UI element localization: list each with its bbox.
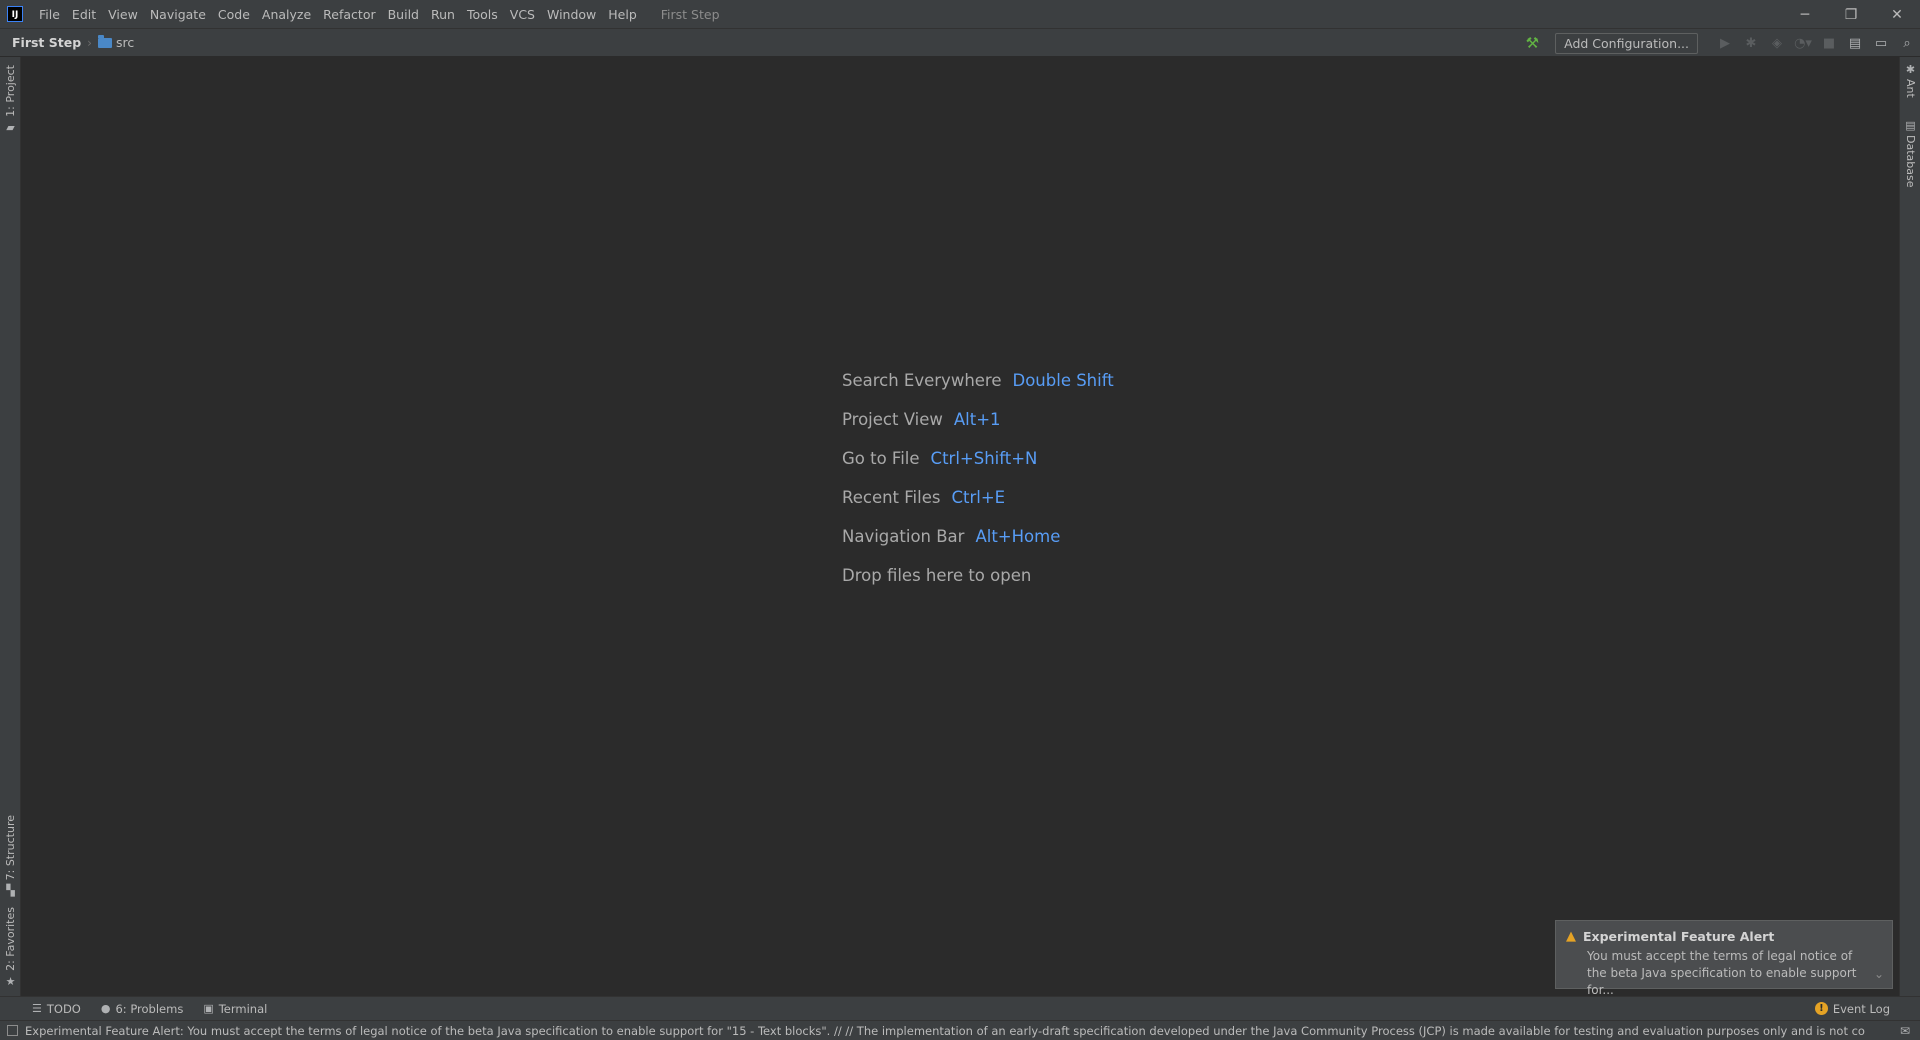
tab-ant-label: Ant [1904, 79, 1917, 98]
project-folder-icon: ▰ [6, 120, 15, 134]
main-menu: File Edit View Navigate Code Analyze Ref… [33, 0, 643, 29]
hint-shortcut: Ctrl+E [951, 488, 1006, 507]
status-icon[interactable] [7, 1025, 18, 1036]
star-icon: ★ [5, 974, 16, 988]
editor-empty-state: Search Everywhere Double Shift Project V… [842, 371, 1114, 605]
folder-icon [97, 34, 112, 48]
notifications-icon[interactable]: ✉ [1900, 1024, 1910, 1038]
problems-icon: ● [100, 1002, 111, 1015]
debug-icon[interactable]: ✱ [1738, 36, 1764, 51]
experimental-feature-notification[interactable]: ▲ Experimental Feature Alert You must ac… [1555, 920, 1893, 997]
menu-window[interactable]: Window [541, 0, 602, 29]
right-tool-stripe: ✱ Ant ▤ Database [1899, 57, 1920, 996]
run-icon[interactable]: ▶ [1712, 36, 1738, 51]
stop-icon[interactable]: ■ [1816, 36, 1842, 51]
tab-ant[interactable]: ✱ Ant [1900, 63, 1920, 98]
title-bar: IJ File Edit View Navigate Code Analyze … [0, 0, 1920, 29]
tab-database-label: Database [1904, 135, 1917, 188]
toolbar: ⚒ Add Configuration... ▶ ✱ ◈ ◔▾ ■ ▤ ▭ ⌕ [1526, 29, 1920, 57]
tab-event-log-label: Event Log [1832, 1001, 1890, 1016]
layout-icon[interactable]: ▭ [1868, 36, 1894, 51]
todo-icon: ☰ [32, 1002, 42, 1015]
coverage-icon[interactable]: ◈ [1764, 36, 1790, 51]
ant-icon: ✱ [1905, 63, 1916, 76]
hint-go-to-file: Go to File Ctrl+Shift+N [842, 449, 1114, 488]
hint-search-everywhere: Search Everywhere Double Shift [842, 371, 1114, 410]
bottom-tool-bar: ☰ TODO ● 6: Problems ▣ Terminal ! Event … [0, 996, 1920, 1020]
menu-tools[interactable]: Tools [461, 0, 504, 29]
app-logo-icon[interactable]: IJ [7, 6, 23, 22]
window-title: First Step [660, 6, 720, 22]
menu-file[interactable]: File [33, 0, 66, 29]
window-controls: ─ ❐ ✕ [1782, 0, 1920, 29]
hint-drop-files: Drop files here to open [842, 566, 1114, 605]
hint-shortcut: Double Shift [1012, 371, 1114, 390]
close-button[interactable]: ✕ [1874, 0, 1920, 29]
drop-files-text: Drop files here to open [842, 566, 1032, 585]
tab-structure[interactable]: 7: Structure ▚ [0, 815, 21, 897]
event-log-icon: ! [1814, 1002, 1828, 1015]
menu-analyze[interactable]: Analyze [256, 0, 317, 29]
hint-label: Recent Files [842, 488, 941, 507]
notification-line-2: the beta Java specification to enable su… [1587, 966, 1857, 997]
project-structure-icon[interactable]: ▤ [1842, 36, 1868, 51]
tab-database[interactable]: ▤ Database [1900, 119, 1920, 188]
notification-body: You must accept the terms of legal notic… [1587, 948, 1882, 999]
minimize-button[interactable]: ─ [1782, 0, 1828, 29]
search-icon[interactable]: ⌕ [1894, 36, 1920, 51]
status-message[interactable]: Experimental Feature Alert: You must acc… [25, 1024, 1865, 1038]
menu-help[interactable]: Help [602, 0, 643, 29]
tab-event-log[interactable]: ! Event Log [1814, 1001, 1890, 1016]
warning-icon: ▲ [1566, 929, 1576, 944]
tab-terminal-label: Terminal [218, 1001, 268, 1016]
structure-icon: ▚ [6, 884, 15, 898]
breadcrumb-project[interactable]: First Step [12, 35, 81, 50]
menu-view[interactable]: View [102, 0, 144, 29]
tab-problems-label: 6: Problems [115, 1001, 184, 1016]
add-configuration-button[interactable]: Add Configuration... [1555, 32, 1698, 54]
hint-recent-files: Recent Files Ctrl+E [842, 488, 1114, 527]
hint-label: Search Everywhere [842, 371, 1002, 390]
hint-label: Go to File [842, 449, 920, 468]
tab-terminal[interactable]: ▣ Terminal [203, 1002, 267, 1016]
database-icon: ▤ [1905, 119, 1916, 132]
expand-chevron-icon[interactable]: ⌄ [1874, 967, 1884, 981]
tab-todo[interactable]: ☰ TODO [32, 1002, 81, 1016]
hint-shortcut: Alt+1 [953, 410, 1001, 429]
notification-line-1: You must accept the terms of legal notic… [1587, 949, 1853, 963]
tab-structure-label: 7: Structure [4, 815, 17, 881]
breadcrumb-src[interactable]: src [116, 35, 134, 50]
hint-shortcut: Ctrl+Shift+N [930, 449, 1038, 468]
menu-navigate[interactable]: Navigate [144, 0, 212, 29]
hint-navigation-bar: Navigation Bar Alt+Home [842, 527, 1114, 566]
hammer-icon[interactable]: ⚒ [1526, 34, 1539, 52]
profile-icon[interactable]: ◔▾ [1790, 36, 1816, 51]
menu-build[interactable]: Build [382, 0, 425, 29]
menu-refactor[interactable]: Refactor [317, 0, 381, 29]
tab-favorites[interactable]: 2: Favorites ★ [0, 907, 21, 988]
hint-project-view: Project View Alt+1 [842, 410, 1114, 449]
terminal-icon: ▣ [203, 1002, 214, 1015]
hint-shortcut: Alt+Home [975, 527, 1061, 546]
hint-label: Project View [842, 410, 943, 429]
tab-favorites-label: 2: Favorites [4, 907, 17, 971]
navigation-bar: First Step › src ⚒ Add Configuration... … [0, 29, 1920, 57]
tab-problems[interactable]: ● 6: Problems [101, 1002, 183, 1016]
notification-title: Experimental Feature Alert [1583, 929, 1775, 944]
left-tool-stripe: 1: Project ▰ 7: Structure ▚ 2: Favorites… [0, 57, 21, 996]
restore-button[interactable]: ❐ [1828, 0, 1874, 29]
tab-project[interactable]: 1: Project ▰ [0, 65, 21, 134]
tab-todo-label: TODO [46, 1001, 81, 1016]
notification-title-row: ▲ Experimental Feature Alert [1566, 929, 1882, 944]
status-bar: Experimental Feature Alert: You must acc… [0, 1020, 1920, 1040]
menu-edit[interactable]: Edit [66, 0, 102, 29]
menu-code[interactable]: Code [212, 0, 256, 29]
menu-run[interactable]: Run [425, 0, 461, 29]
tab-project-label: 1: Project [4, 65, 17, 117]
menu-vcs[interactable]: VCS [504, 0, 541, 29]
breadcrumb-separator-icon: › [87, 35, 92, 50]
hint-label: Navigation Bar [842, 527, 965, 546]
